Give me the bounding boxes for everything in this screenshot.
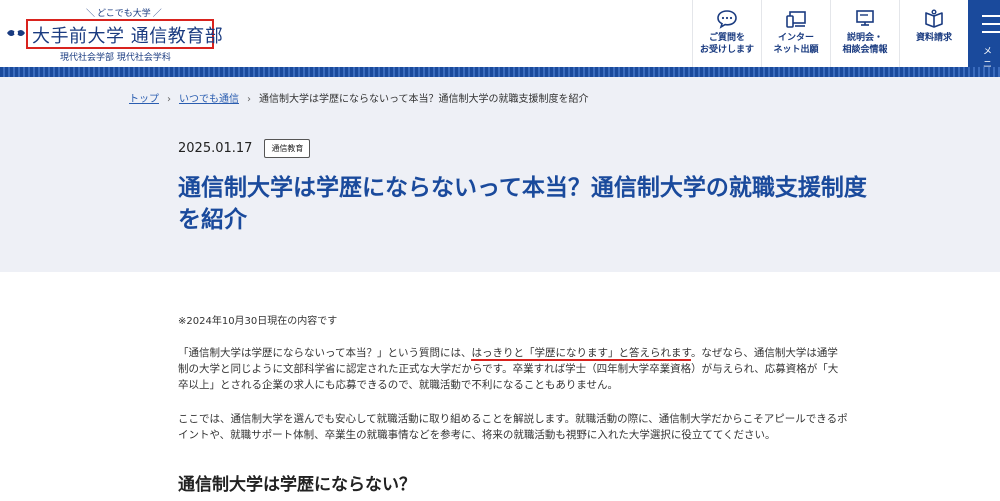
- category-badge[interactable]: 通信教育: [264, 139, 311, 158]
- logo-emblem-icon: [7, 30, 25, 36]
- nav-label: 説明会・ 相談会情報: [842, 33, 888, 55]
- header-stripe: [0, 67, 1000, 77]
- hamburger-icon: [982, 23, 1000, 25]
- chat-icon: [717, 10, 737, 29]
- menu-button[interactable]: メニ: [968, 0, 1000, 70]
- logo-tagline: ＼ どこでも大学／: [86, 9, 162, 19]
- page-title: 通信制大学は学歴にならないって本当？通信制大学の就職支援制度を紹介: [178, 175, 867, 233]
- section-heading: 通信制大学は学歴にならない？: [178, 475, 416, 495]
- presentation-icon: [856, 10, 874, 26]
- device-icon: [786, 11, 806, 28]
- logo-subtitle: 現代社会学部 現代社会学科: [60, 53, 171, 63]
- intro-paragraph: 「通信制大学は学歴にならないって本当？」という質問には、はっきりと「学歴になりま…: [178, 347, 839, 391]
- update-note: ※2024年10月30日現在の内容です: [178, 316, 338, 327]
- nav-label: 資料請求: [915, 33, 952, 43]
- hamburger-icon: [982, 15, 1000, 17]
- nav-item-online-application[interactable]: インター ネット出願: [761, 0, 830, 67]
- logo-title: 大手前大学 通信教育部: [32, 26, 224, 47]
- nav-label: インター ネット出願: [773, 33, 819, 55]
- site-logo[interactable]: ＼ どこでも大学／ 大手前大学 通信教育部 現代社会学部 現代社会学科: [6, 6, 223, 63]
- article-date: 2025.01.17: [178, 141, 253, 156]
- book-icon: [925, 9, 943, 28]
- breadcrumb-home-link[interactable]: トップ: [129, 94, 159, 105]
- nav-item-info-sessions[interactable]: 説明会・ 相談会情報: [830, 0, 899, 67]
- nav-item-request-materials[interactable]: 資料請求: [899, 0, 968, 67]
- site-header: ＼ どこでも大学／ 大手前大学 通信教育部 現代社会学部 現代社会学科 ご質問を …: [0, 0, 1000, 70]
- hamburger-icon: [982, 31, 1000, 33]
- breadcrumb-current: 通信制大学は学歴にならないって本当？通信制大学の就職支援制度を紹介: [259, 94, 589, 105]
- nav-label: ご質問を お受けします: [699, 33, 754, 55]
- breadcrumb-category-link[interactable]: いつでも通信: [179, 94, 239, 105]
- chevron-right-icon: ›: [167, 94, 171, 105]
- highlighted-text: はっきりと「学歴になります」と答えられます: [471, 347, 691, 361]
- article-hero: トップ › いつでも通信 › 通信制大学は学歴にならないって本当？通信制大学の就職支援制…: [0, 77, 1000, 272]
- nav-item-inquiry[interactable]: ご質問を お受けします: [692, 0, 761, 67]
- article-meta: 2025.01.17 通信教育: [178, 139, 311, 158]
- breadcrumb: トップ › いつでも通信 › 通信制大学は学歴にならないって本当？通信制大学の就職支援制…: [129, 90, 589, 105]
- chevron-right-icon: ›: [247, 94, 251, 105]
- header-nav: ご質問を お受けします インター ネット出願 説明会・ 相談会情報 資料請求: [692, 0, 968, 67]
- summary-paragraph: ここでは、通信制大学を選んでも安心して就職活動に取り組めることを解説します。就職…: [178, 413, 848, 441]
